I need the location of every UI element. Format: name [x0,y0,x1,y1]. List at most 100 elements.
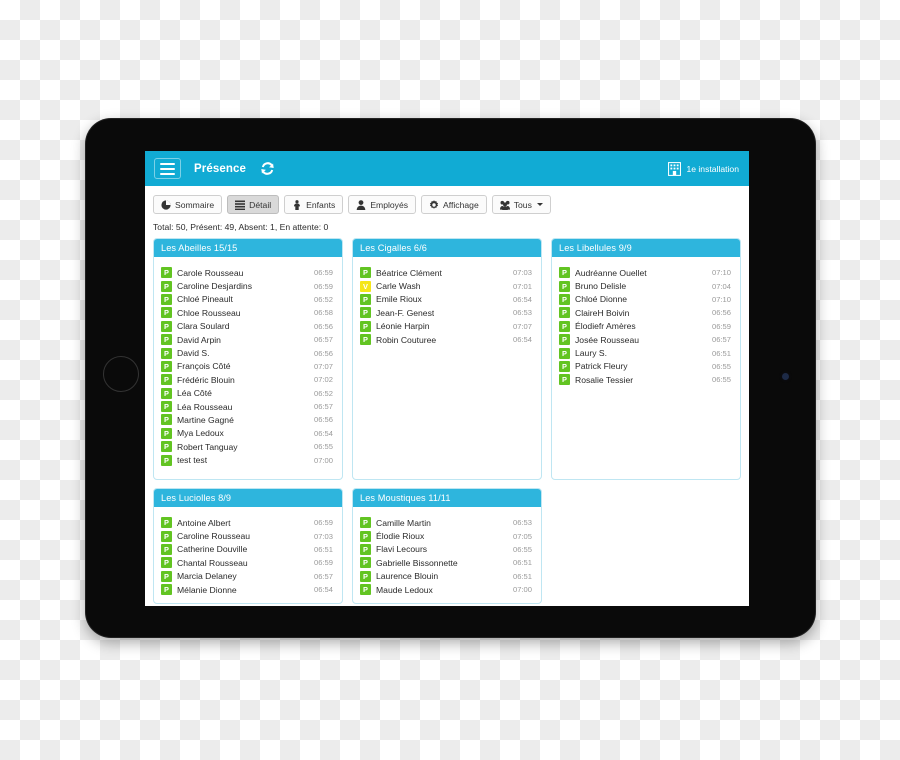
member-arrival-time: 06:51 [313,544,333,554]
member-row[interactable]: P Clara Soulard 06:56 [161,320,335,333]
member-arrival-time: 06:57 [313,571,333,581]
member-row[interactable]: P Martine Gagné 06:56 [161,413,335,426]
member-name: Chloe Rousseau [177,307,241,318]
toolbar-button-d-tail[interactable]: Détail [227,195,280,214]
member-row[interactable]: P Catherine Douville 06:51 [161,543,335,556]
member-row[interactable]: P Chloe Rousseau 06:58 [161,306,335,319]
member-row[interactable]: P Caroline Desjardins 06:59 [161,279,335,292]
status-badge: P [161,280,172,292]
member-row[interactable]: P Jean-F. Genest 06:53 [360,306,534,319]
status-badge: P [161,557,172,569]
member-row[interactable]: P Chloé Pineault 06:52 [161,293,335,306]
member-row[interactable]: P Chloé Dionne 07:10 [559,293,733,306]
group-member-list: P Béatrice Clément 07:03 V Carle Wash 07:01 P E… [353,257,541,352]
refresh-icon[interactable] [260,161,275,176]
member-arrival-time: 06:55 [711,361,731,371]
status-badge: P [360,267,371,279]
toolbar-button-tous[interactable]: Tous [491,195,551,214]
member-name: Clara Soulard [177,321,230,332]
member-name: Léonie Harpin [376,321,430,332]
status-badge: P [360,557,371,569]
member-row[interactable]: P Rosalie Tessier 06:55 [559,373,733,386]
member-name: Léa Rousseau [177,401,233,412]
tablet-home-button[interactable] [103,356,139,392]
member-arrival-time: 06:55 [313,442,333,452]
member-row[interactable]: P Béatrice Clément 07:03 [360,266,534,279]
group-member-list: P Audréanne Ouellet 07:10 P Bruno Delisle 07:… [552,257,740,393]
member-row[interactable]: P Caroline Rousseau 07:03 [161,529,335,542]
status-badge: P [161,374,172,386]
member-row[interactable]: P Carole Rousseau 06:59 [161,266,335,279]
toolbar-button-enfants[interactable]: Enfants [284,195,344,214]
member-row[interactable]: P Léonie Harpin 07:07 [360,320,534,333]
member-row[interactable]: P Marcia Delaney 06:57 [161,570,335,583]
member-arrival-time: 07:03 [313,531,333,541]
member-row[interactable]: P Mya Ledoux 06:54 [161,427,335,440]
member-arrival-time: 06:56 [313,348,333,358]
member-arrival-time: 07:00 [313,455,333,465]
status-badge: P [161,267,172,279]
member-name: test test [177,455,208,466]
gear-icon [429,199,439,209]
member-name: Audréanne Ouellet [575,267,647,278]
member-row[interactable]: P David Arpin 06:57 [161,333,335,346]
member-row[interactable]: P Laurence Blouin 06:51 [360,570,534,583]
member-name: Élodiefr Amères [575,321,636,332]
tablet-device-frame: Présence 1e installation Sommaire Détail… [85,118,816,638]
member-row[interactable]: P Élodie Rioux 07:05 [360,529,534,542]
member-row[interactable]: P Élodiefr Amères 06:59 [559,320,733,333]
member-row[interactable]: Ptest test 07:00 [161,453,335,466]
member-arrival-time: 06:55 [512,544,532,554]
member-row[interactable]: P Patrick Fleury 06:55 [559,360,733,373]
group-panel: Les Luciolles 8/9 P Antoine Albert 06:59 P Ca… [153,488,343,604]
group-panel: Les Cigalles 6/6 P Béatrice Clément 07:03 V C… [352,238,542,480]
member-row[interactable]: P Léa Rousseau 06:57 [161,400,335,413]
member-row[interactable]: P Laury S. 06:51 [559,346,733,359]
child-icon [294,199,301,210]
member-row[interactable]: P Léa Côté 06:52 [161,387,335,400]
hamburger-icon[interactable] [154,158,181,179]
member-arrival-time: 06:59 [313,281,333,291]
member-name: Marcia Delaney [177,571,237,582]
status-badge: P [559,360,570,372]
toolbar-button-sommaire[interactable]: Sommaire [153,195,223,214]
status-badge: P [161,414,172,426]
member-row[interactable]: P Emile Rioux 06:54 [360,293,534,306]
member-row[interactable]: P Bruno Delisle 07:04 [559,279,733,292]
member-row[interactable]: P Gabrielle Bissonnette 06:51 [360,556,534,569]
member-row[interactable]: P Chantal Rousseau 06:59 [161,556,335,569]
tablet-camera [782,373,789,380]
member-row[interactable]: P David S. 06:56 [161,346,335,359]
member-row[interactable]: V Carle Wash 07:01 [360,279,534,292]
member-arrival-time: 06:54 [313,428,333,438]
member-row[interactable]: P François Côté 07:07 [161,360,335,373]
member-name: Chantal Rousseau [177,557,248,568]
attendance-summary: Total: 50, Présent: 49, Absent: 1, En at… [153,222,329,232]
member-row[interactable]: P Maude Ledoux 07:00 [360,583,534,596]
toolbar-button-affichage[interactable]: Affichage [421,195,487,214]
installation-selector[interactable]: 1e installation [668,161,739,176]
member-row[interactable]: P ClaireH Boivin 06:56 [559,306,733,319]
member-arrival-time: 06:57 [711,335,731,345]
group-panel: Les Moustiques 11/11 P Camille Martin 06:53… [352,488,542,604]
member-row[interactable]: P Robin Couturee 06:54 [360,333,534,346]
group-member-list: P Camille Martin 06:53 P Élodie Rioux 07:05 P F… [353,507,541,602]
member-row[interactable]: P Audréanne Ouellet 07:10 [559,266,733,279]
member-row[interactable]: P Frédéric Blouin 07:02 [161,373,335,386]
member-row[interactable]: P Mélanie Dionne 06:54 [161,583,335,596]
member-row[interactable]: P Josée Rousseau 06:57 [559,333,733,346]
status-badge: P [559,334,570,346]
member-row[interactable]: P Robert Tanguay 06:55 [161,440,335,453]
member-arrival-time: 06:57 [313,335,333,345]
installation-label: 1e installation [686,163,739,174]
toolbar-button-employ-s[interactable]: Employés [348,195,417,214]
member-arrival-time: 06:56 [313,415,333,425]
member-row[interactable]: P Camille Martin 06:53 [360,516,534,529]
status-badge: P [360,320,371,332]
toolbar-button-label: Détail [249,199,272,210]
member-row[interactable]: P Antoine Albert 06:59 [161,516,335,529]
member-row[interactable]: P Flavi Lecours 06:55 [360,543,534,556]
group-panel-title: Les Abeilles 15/15 [154,239,342,257]
page-title: Présence [194,162,246,175]
member-name: Jean-F. Genest [376,307,435,318]
